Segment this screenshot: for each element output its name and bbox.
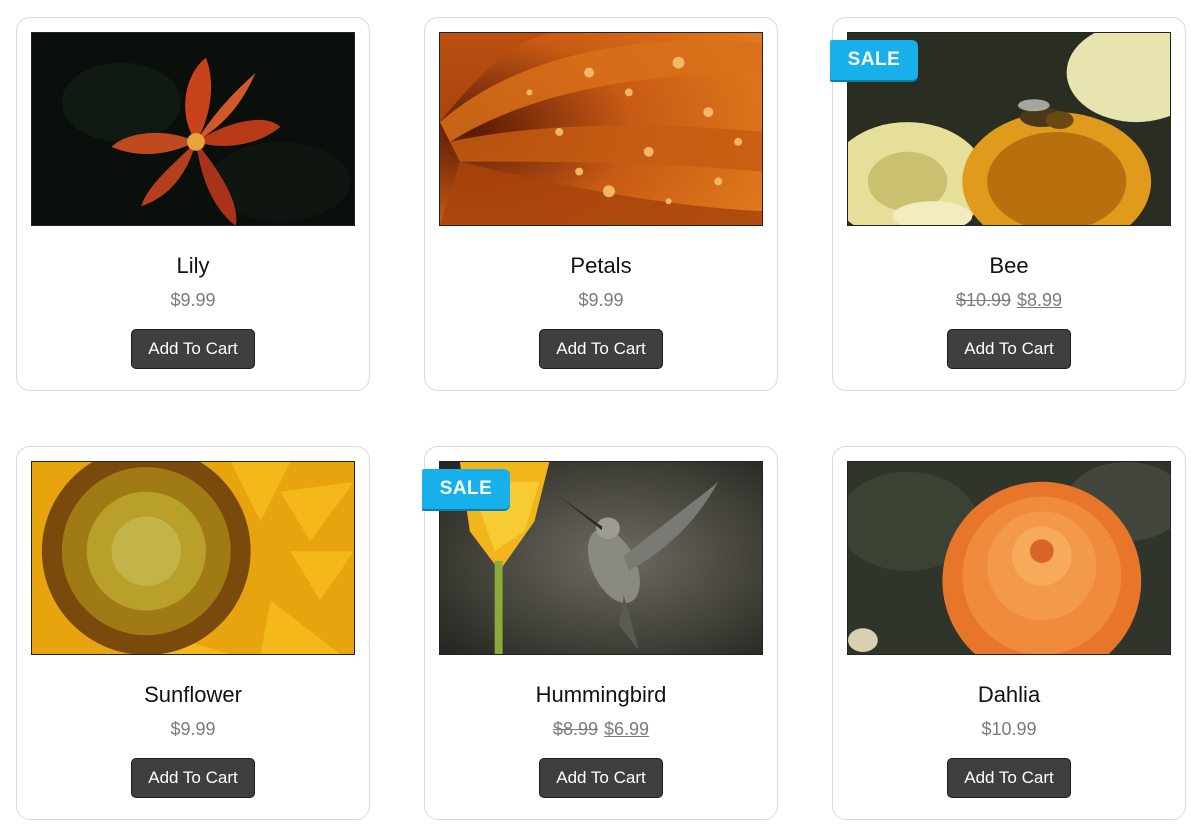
product-image-sunflower[interactable] bbox=[31, 461, 355, 655]
sale-price: $8.99 bbox=[1017, 290, 1063, 310]
product-price: $10.99 bbox=[981, 719, 1037, 739]
add-to-cart-button[interactable]: Add To Cart bbox=[131, 329, 255, 369]
product-grid: Lily $9.99 Add To Cart Petals $9.99 Add … bbox=[0, 0, 1200, 830]
product-image-petals[interactable] bbox=[439, 32, 763, 226]
product-name: Bee bbox=[989, 253, 1029, 278]
original-price: $10.99 bbox=[955, 290, 1011, 310]
sale-badge: SALE bbox=[830, 40, 918, 80]
product-name: Hummingbird bbox=[535, 682, 667, 707]
original-price: $8.99 bbox=[552, 719, 598, 739]
product-price: $10.99 $8.99 bbox=[833, 290, 1185, 311]
add-to-cart-button[interactable]: Add To Cart bbox=[539, 329, 663, 369]
product-price: $9.99 bbox=[170, 719, 216, 739]
add-to-cart-button[interactable]: Add To Cart bbox=[131, 758, 255, 798]
product-card-hummingbird: SALE Hummingbird $8.99 $6.99 Add To Cart bbox=[422, 446, 778, 820]
product-price: $8.99 $6.99 bbox=[425, 719, 777, 740]
product-card-dahlia: Dahlia $10.99 Add To Cart bbox=[832, 446, 1186, 820]
product-name: Sunflower bbox=[144, 682, 242, 707]
product-name: Dahlia bbox=[977, 682, 1041, 707]
product-price: $9.99 bbox=[578, 290, 624, 310]
add-to-cart-button[interactable]: Add To Cart bbox=[539, 758, 663, 798]
product-image-dahlia[interactable] bbox=[847, 461, 1171, 655]
product-card-lily: Lily $9.99 Add To Cart bbox=[16, 17, 370, 391]
product-card-bee: SALE Bee $10.99 $8.99 Add To Cart bbox=[830, 17, 1186, 391]
product-name: Lily bbox=[176, 253, 210, 278]
product-name: Petals bbox=[570, 253, 632, 278]
add-to-cart-button[interactable]: Add To Cart bbox=[947, 758, 1071, 798]
sale-badge: SALE bbox=[422, 469, 510, 509]
add-to-cart-button[interactable]: Add To Cart bbox=[947, 329, 1071, 369]
product-card-petals: Petals $9.99 Add To Cart bbox=[424, 17, 778, 391]
product-card-sunflower: Sunflower $9.99 Add To Cart bbox=[16, 446, 370, 820]
product-price: $9.99 bbox=[170, 290, 216, 310]
sale-price: $6.99 bbox=[604, 719, 650, 739]
product-image-lily[interactable] bbox=[31, 32, 355, 226]
